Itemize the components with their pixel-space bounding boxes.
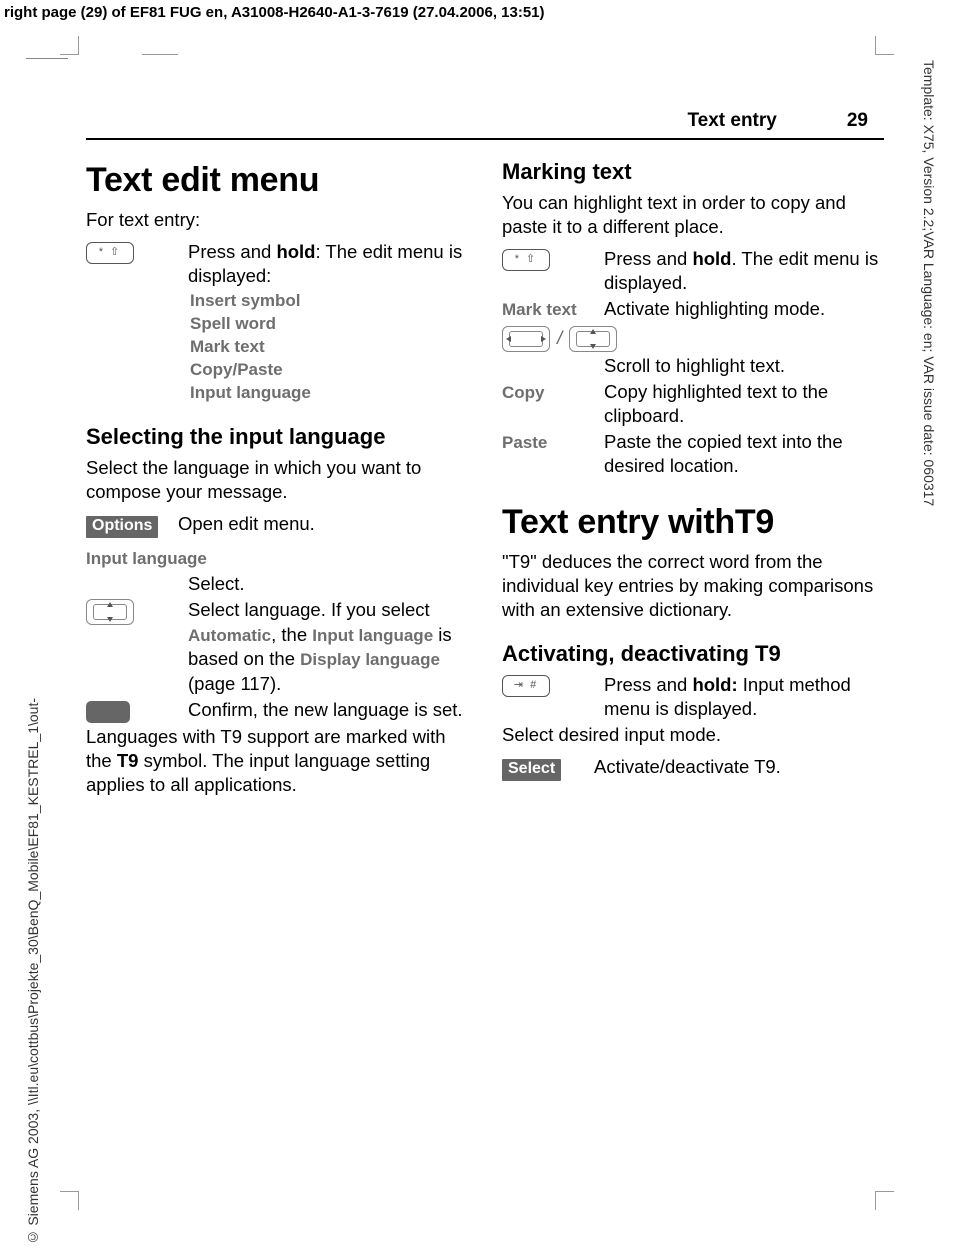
menu-item: Spell word: [190, 313, 468, 336]
navkeys-row: /: [502, 326, 884, 352]
crop-mark-tl: [60, 36, 79, 55]
menu-item: Copy/Paste: [190, 359, 468, 382]
crop-mark-tr: [875, 36, 894, 55]
star-key-icon: * ⇧: [502, 249, 550, 271]
paste-label: Paste: [502, 433, 547, 452]
select-lang-desc: Select the language in which you want to…: [86, 456, 468, 504]
intro-text: For text entry:: [86, 208, 468, 232]
t9-note: Languages with T9 support are marked wit…: [86, 725, 468, 797]
mark-text-label: Mark text: [502, 300, 577, 319]
menu-item: Input language: [190, 382, 468, 405]
star-key-icon: * ⇧: [86, 242, 134, 264]
press-hold-desc: Press and hold: The edit menu is display…: [188, 240, 468, 288]
marking-intro: You can highlight text in order to copy …: [502, 191, 884, 239]
copy-label: Copy: [502, 383, 545, 402]
edit-menu-options: Insert symbol Spell word Mark text Copy/…: [190, 290, 468, 405]
nav-left-right-icon: [502, 326, 550, 352]
separator-slash: /: [555, 327, 564, 348]
nav-up-down-icon: [86, 599, 134, 625]
softkey-options: Options: [86, 516, 158, 538]
confirm-desc: Confirm, the new language is set.: [188, 698, 468, 722]
meta-top-header: right page (29) of EF81 FUG en, A31008-H…: [4, 4, 545, 21]
activate-deactivate-desc: Activate/deactivate T9.: [594, 755, 884, 779]
softkey-select: Select: [502, 759, 561, 781]
menu-item: Insert symbol: [190, 290, 468, 313]
t9-intro: "T9" deduces the correct word from the i…: [502, 550, 884, 622]
sidebar-meta-right: Template: X75, Version 2.2;VAR Language:…: [912, 60, 946, 506]
hash-key-desc: Press and hold: Input method menu is dis…: [604, 673, 884, 721]
open-edit-desc: Open edit menu.: [178, 512, 468, 536]
right-column: Marking text You can highlight text in o…: [502, 158, 884, 805]
running-section: Text entry: [687, 110, 776, 132]
select-language-desc: Select language. If you select Automatic…: [188, 598, 468, 696]
left-column: Text edit menu For text entry: * ⇧ Press…: [86, 158, 468, 805]
press-hold-desc-right: Press and hold. The edit menu is display…: [604, 247, 884, 295]
paste-desc: Paste the copied text into the desired l…: [604, 430, 884, 478]
heading-marking-text: Marking text: [502, 158, 884, 187]
crop-mark-bl: [60, 1191, 79, 1210]
page-number: 29: [847, 110, 868, 132]
heading-text-entry-t9: Text entry withT9: [502, 500, 884, 544]
heading-select-input-lang: Selecting the input language: [86, 423, 468, 452]
running-head: Text entry 29: [86, 110, 884, 140]
mark-text-desc: Activate highlighting mode.: [604, 297, 884, 321]
select-text: Select.: [188, 572, 468, 596]
nav-up-down-icon: [569, 326, 617, 352]
sidebar-meta-left: © Siemens AG 2003, \\Itl.eu\cottbus\Proj…: [16, 0, 50, 1246]
input-language-label: Input language: [86, 548, 468, 571]
hash-key-icon: ⇥ #: [502, 675, 550, 697]
center-key-icon: [86, 701, 130, 723]
heading-text-edit-menu: Text edit menu: [86, 158, 468, 202]
menu-item: Mark text: [190, 336, 468, 359]
scroll-desc: Scroll to highlight text.: [604, 354, 884, 378]
select-input-mode: Select desired input mode.: [502, 723, 884, 747]
crop-mark-br: [875, 1191, 894, 1210]
copy-desc: Copy highlighted text to the clipboard.: [604, 380, 884, 428]
heading-activating-t9: Activating, deactivating T9: [502, 640, 884, 669]
